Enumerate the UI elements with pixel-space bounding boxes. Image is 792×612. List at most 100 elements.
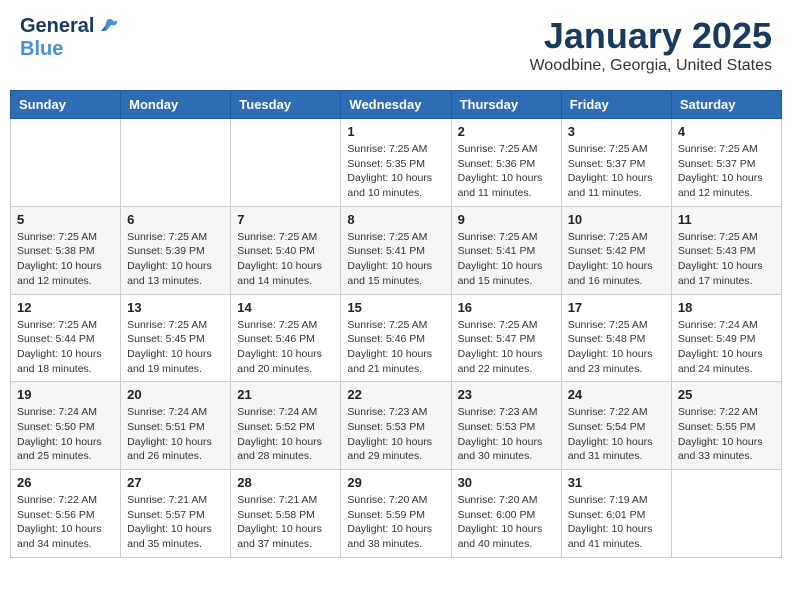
calendar-cell: 29 Sunrise: 7:20 AM Sunset: 5:59 PM Dayli… xyxy=(341,470,451,558)
day-info: Sunrise: 7:25 AM Sunset: 5:42 PM Dayligh… xyxy=(568,230,665,289)
calendar-cell: 6Sunrise: 7:25 AM Sunset: 5:39 PM Daylig… xyxy=(121,206,231,294)
day-number: 30 xyxy=(458,475,555,490)
calendar-cell: 13Sunrise: 7:25 AM Sunset: 5:45 PM Dayli… xyxy=(121,294,231,382)
day-info: Sunrise: 7:25 AM Sunset: 5:44 PM Dayligh… xyxy=(17,318,114,377)
weekday-header-thursday: Thursday xyxy=(451,91,561,119)
calendar-table: SundayMondayTuesdayWednesdayThursdayFrid… xyxy=(10,90,782,558)
weekday-header-monday: Monday xyxy=(121,91,231,119)
day-number: 22 xyxy=(347,387,444,402)
day-number: 26 xyxy=(17,475,114,490)
calendar-cell: 30Sunrise: 7:20 AM Sunset: 6:00 PM Dayli… xyxy=(451,470,561,558)
day-info: Sunrise: 7:25 AM Sunset: 5:46 PM Dayligh… xyxy=(237,318,334,377)
day-number: 29 xyxy=(347,475,444,490)
calendar-cell: 7Sunrise: 7:25 AM Sunset: 5:40 PM Daylig… xyxy=(231,206,341,294)
day-number: 21 xyxy=(237,387,334,402)
day-number: 9 xyxy=(458,212,555,227)
logo-general-text: General xyxy=(20,15,94,38)
day-info: Sunrise: 7:24 AM Sunset: 5:52 PM Dayligh… xyxy=(237,405,334,464)
day-info: Sunrise: 7:25 AM Sunset: 5:39 PM Dayligh… xyxy=(127,230,224,289)
day-info: Sunrise: 7:24 AM Sunset: 5:51 PM Dayligh… xyxy=(127,405,224,464)
day-number: 15 xyxy=(347,300,444,315)
calendar-cell: 24 Sunrise: 7:22 AM Sunset: 5:54 PM Dayli… xyxy=(561,382,671,470)
day-info: Sunrise: 7:25 AM Sunset: 5:45 PM Dayligh… xyxy=(127,318,224,377)
day-number: 11 xyxy=(678,212,775,227)
calendar-cell: 20 Sunrise: 7:24 AM Sunset: 5:51 PM Dayli… xyxy=(121,382,231,470)
calendar-cell: 16 Sunrise: 7:25 AM Sunset: 5:47 PM Dayli… xyxy=(451,294,561,382)
day-info: Sunrise: 7:25 AM Sunset: 5:48 PM Dayligh… xyxy=(568,318,665,377)
day-info: Sunrise: 7:25 AM Sunset: 5:41 PM Dayligh… xyxy=(347,230,444,289)
day-info: Sunrise: 7:22 AM Sunset: 5:54 PM Dayligh… xyxy=(568,405,665,464)
day-number: 20 xyxy=(127,387,224,402)
calendar-cell: 26 Sunrise: 7:22 AM Sunset: 5:56 PM Dayli… xyxy=(11,470,121,558)
day-info: Sunrise: 7:24 AM Sunset: 5:50 PM Dayligh… xyxy=(17,405,114,464)
day-info: Sunrise: 7:25 AM Sunset: 5:47 PM Dayligh… xyxy=(458,318,555,377)
day-info: Sunrise: 7:23 AM Sunset: 5:53 PM Dayligh… xyxy=(458,405,555,464)
day-number: 4 xyxy=(678,124,775,139)
day-number: 14 xyxy=(237,300,334,315)
day-number: 18 xyxy=(678,300,775,315)
day-number: 10 xyxy=(568,212,665,227)
day-number: 24 xyxy=(568,387,665,402)
page-header: General Blue January 2025 Woodbine, Geor… xyxy=(10,10,782,80)
day-number: 16 xyxy=(458,300,555,315)
day-info: Sunrise: 7:25 AM Sunset: 5:38 PM Dayligh… xyxy=(17,230,114,289)
day-number: 12 xyxy=(17,300,114,315)
calendar-cell: 3 Sunrise: 7:25 AM Sunset: 5:37 PM Daylig… xyxy=(561,119,671,207)
day-number: 5 xyxy=(17,212,114,227)
day-number: 8 xyxy=(347,212,444,227)
day-number: 19 xyxy=(17,387,114,402)
calendar-cell: 23Sunrise: 7:23 AM Sunset: 5:53 PM Dayli… xyxy=(451,382,561,470)
day-number: 7 xyxy=(237,212,334,227)
day-info: Sunrise: 7:25 AM Sunset: 5:35 PM Dayligh… xyxy=(347,142,444,201)
calendar-cell: 17 Sunrise: 7:25 AM Sunset: 5:48 PM Dayli… xyxy=(561,294,671,382)
calendar-cell: 28Sunrise: 7:21 AM Sunset: 5:58 PM Dayli… xyxy=(231,470,341,558)
weekday-header-row: SundayMondayTuesdayWednesdayThursdayFrid… xyxy=(11,91,782,119)
calendar-cell: 1 Sunrise: 7:25 AM Sunset: 5:35 PM Daylig… xyxy=(341,119,451,207)
calendar-cell: 19 Sunrise: 7:24 AM Sunset: 5:50 PM Dayli… xyxy=(11,382,121,470)
calendar-cell: 12 Sunrise: 7:25 AM Sunset: 5:44 PM Dayli… xyxy=(11,294,121,382)
calendar-cell: 9 Sunrise: 7:25 AM Sunset: 5:41 PM Daylig… xyxy=(451,206,561,294)
calendar-cell: 27 Sunrise: 7:21 AM Sunset: 5:57 PM Dayli… xyxy=(121,470,231,558)
calendar-cell xyxy=(11,119,121,207)
calendar-cell xyxy=(671,470,781,558)
title-section: January 2025 Woodbine, Georgia, United S… xyxy=(529,15,772,75)
weekday-header-saturday: Saturday xyxy=(671,91,781,119)
logo-bird-icon xyxy=(96,16,118,38)
day-info: Sunrise: 7:22 AM Sunset: 5:56 PM Dayligh… xyxy=(17,493,114,552)
calendar-cell: 22 Sunrise: 7:23 AM Sunset: 5:53 PM Dayli… xyxy=(341,382,451,470)
calendar-cell: 4Sunrise: 7:25 AM Sunset: 5:37 PM Daylig… xyxy=(671,119,781,207)
calendar-cell: 31Sunrise: 7:19 AM Sunset: 6:01 PM Dayli… xyxy=(561,470,671,558)
calendar-title: January 2025 xyxy=(529,15,772,57)
day-info: Sunrise: 7:23 AM Sunset: 5:53 PM Dayligh… xyxy=(347,405,444,464)
weekday-header-tuesday: Tuesday xyxy=(231,91,341,119)
day-number: 1 xyxy=(347,124,444,139)
calendar-cell xyxy=(121,119,231,207)
calendar-cell: 15Sunrise: 7:25 AM Sunset: 5:46 PM Dayli… xyxy=(341,294,451,382)
calendar-cell: 8 Sunrise: 7:25 AM Sunset: 5:41 PM Daylig… xyxy=(341,206,451,294)
weekday-header-wednesday: Wednesday xyxy=(341,91,451,119)
calendar-week-row: 12 Sunrise: 7:25 AM Sunset: 5:44 PM Dayli… xyxy=(11,294,782,382)
calendar-subtitle: Woodbine, Georgia, United States xyxy=(529,57,772,75)
calendar-week-row: 26 Sunrise: 7:22 AM Sunset: 5:56 PM Dayli… xyxy=(11,470,782,558)
day-number: 25 xyxy=(678,387,775,402)
weekday-header-friday: Friday xyxy=(561,91,671,119)
calendar-cell: 5 Sunrise: 7:25 AM Sunset: 5:38 PM Daylig… xyxy=(11,206,121,294)
day-info: Sunrise: 7:20 AM Sunset: 5:59 PM Dayligh… xyxy=(347,493,444,552)
day-info: Sunrise: 7:25 AM Sunset: 5:37 PM Dayligh… xyxy=(568,142,665,201)
calendar-cell xyxy=(231,119,341,207)
day-info: Sunrise: 7:25 AM Sunset: 5:36 PM Dayligh… xyxy=(458,142,555,201)
day-info: Sunrise: 7:25 AM Sunset: 5:41 PM Dayligh… xyxy=(458,230,555,289)
calendar-week-row: 19 Sunrise: 7:24 AM Sunset: 5:50 PM Dayli… xyxy=(11,382,782,470)
day-number: 3 xyxy=(568,124,665,139)
calendar-cell: 25Sunrise: 7:22 AM Sunset: 5:55 PM Dayli… xyxy=(671,382,781,470)
day-info: Sunrise: 7:21 AM Sunset: 5:57 PM Dayligh… xyxy=(127,493,224,552)
calendar-cell: 10 Sunrise: 7:25 AM Sunset: 5:42 PM Dayli… xyxy=(561,206,671,294)
calendar-cell: 2Sunrise: 7:25 AM Sunset: 5:36 PM Daylig… xyxy=(451,119,561,207)
day-info: Sunrise: 7:21 AM Sunset: 5:58 PM Dayligh… xyxy=(237,493,334,552)
day-number: 27 xyxy=(127,475,224,490)
day-number: 17 xyxy=(568,300,665,315)
calendar-cell: 14 Sunrise: 7:25 AM Sunset: 5:46 PM Dayli… xyxy=(231,294,341,382)
weekday-header-sunday: Sunday xyxy=(11,91,121,119)
day-info: Sunrise: 7:25 AM Sunset: 5:43 PM Dayligh… xyxy=(678,230,775,289)
calendar-cell: 18Sunrise: 7:24 AM Sunset: 5:49 PM Dayli… xyxy=(671,294,781,382)
